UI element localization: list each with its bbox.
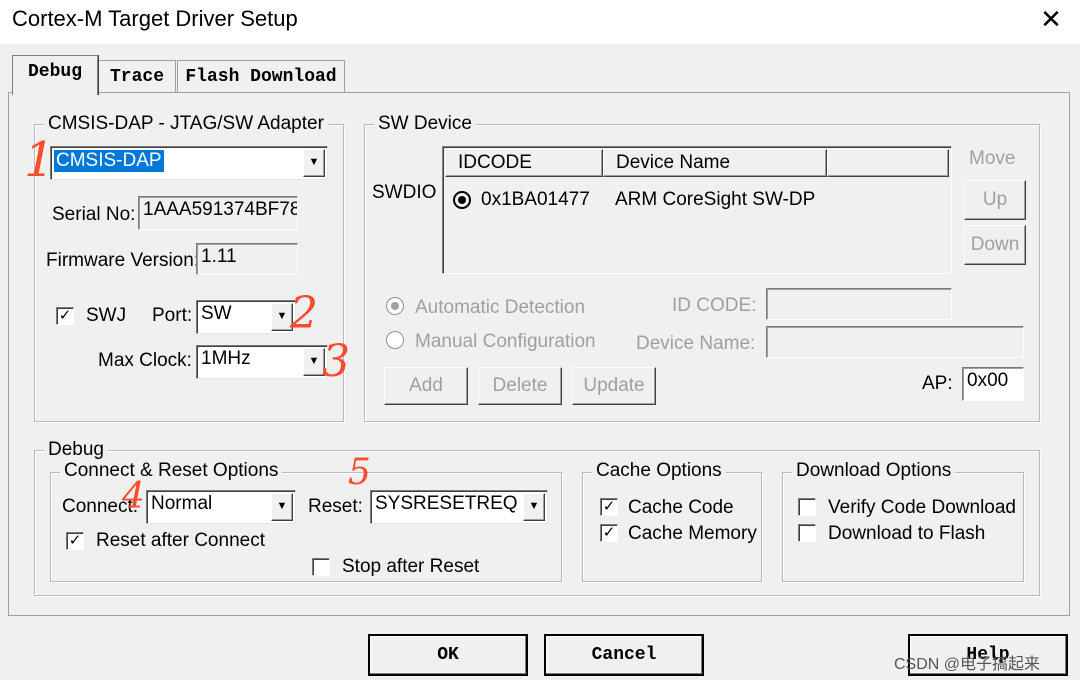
- cache-memory-checkbox[interactable]: ✓: [600, 524, 618, 542]
- window-title: Cortex-M Target Driver Setup: [12, 6, 298, 31]
- row-device-name: ARM CoreSight SW-DP: [615, 189, 816, 210]
- ok-button[interactable]: OK: [368, 634, 528, 676]
- maxclock-select[interactable]: 1MHz ▼: [196, 345, 328, 379]
- manual-config-radio[interactable]: [386, 331, 404, 349]
- adapter-group-label: CMSIS-DAP - JTAG/SW Adapter: [44, 113, 328, 135]
- reset-after-connect-label: Reset after Connect: [96, 530, 265, 551]
- serial-field: 1AAA591374BF78: [138, 196, 298, 230]
- cache-options-group-label: Cache Options: [592, 460, 726, 482]
- tab-debug[interactable]: Debug: [12, 55, 98, 95]
- stop-after-reset-checkbox[interactable]: [312, 558, 330, 576]
- idcode-label: ID CODE:: [672, 295, 757, 316]
- row-idcode: 0x1BA01477: [481, 189, 590, 210]
- port-select[interactable]: SW ▼: [196, 300, 296, 334]
- delete-button[interactable]: Delete: [478, 367, 562, 405]
- auto-detect-label: Automatic Detection: [415, 297, 586, 318]
- serial-label: Serial No:: [52, 204, 136, 225]
- download-to-flash-label: Download to Flash: [828, 523, 986, 544]
- connect-select[interactable]: Normal ▼: [146, 490, 296, 524]
- annotation-5: 5: [348, 452, 371, 493]
- swdio-label: SWDIO: [372, 182, 437, 203]
- verify-download-label: Verify Code Download: [828, 497, 1016, 518]
- idcode-input[interactable]: [766, 288, 952, 320]
- column-header-idcode[interactable]: IDCODE: [445, 149, 603, 177]
- column-header-blank: [827, 149, 949, 177]
- reset-value: SYSRESETREQ: [375, 493, 518, 514]
- chevron-down-icon[interactable]: ▼: [523, 493, 545, 521]
- move-up-button[interactable]: Up: [964, 180, 1026, 220]
- move-down-button[interactable]: Down: [964, 225, 1026, 265]
- reset-label: Reset:: [308, 496, 363, 517]
- firmware-label: Firmware Version:: [46, 250, 200, 271]
- annotation-2: 2: [290, 288, 318, 339]
- chevron-down-icon[interactable]: ▼: [271, 493, 293, 521]
- verify-download-checkbox[interactable]: [798, 498, 816, 516]
- annotation-3: 3: [322, 336, 350, 387]
- download-to-flash-checkbox[interactable]: [798, 524, 816, 542]
- chevron-down-icon[interactable]: ▼: [303, 149, 325, 177]
- update-button[interactable]: Update: [572, 367, 656, 405]
- reset-select[interactable]: SYSRESETREQ ▼: [370, 490, 548, 524]
- auto-detect-radio[interactable]: [386, 297, 404, 315]
- ap-input[interactable]: 0x00: [962, 367, 1024, 401]
- connect-value: Normal: [151, 493, 213, 514]
- firmware-field: 1.11: [196, 243, 298, 275]
- annotation-4: 4: [122, 476, 145, 517]
- watermark: CSDN @电子搞起来: [894, 656, 1041, 673]
- connect-reset-group-label: Connect & Reset Options: [60, 460, 283, 482]
- port-value: SW: [201, 303, 232, 324]
- reset-after-connect-checkbox[interactable]: ✓: [66, 532, 84, 550]
- cache-code-checkbox[interactable]: ✓: [600, 498, 618, 516]
- adapter-selected-value: CMSIS-DAP: [54, 150, 164, 172]
- cancel-button[interactable]: Cancel: [544, 634, 704, 676]
- move-label: Move: [969, 148, 1016, 169]
- cache-memory-label: Cache Memory: [628, 523, 757, 544]
- swj-checkbox[interactable]: ✓: [56, 307, 74, 325]
- table-row[interactable]: 0x1BA01477 ARM CoreSight SW-DP: [453, 189, 943, 215]
- annotation-1: 1: [24, 132, 55, 188]
- device-name-label: Device Name:: [636, 333, 756, 354]
- adapter-select[interactable]: CMSIS-DAP ▼: [50, 146, 328, 180]
- download-options-group-label: Download Options: [792, 460, 956, 482]
- close-icon[interactable]: ✕: [1036, 4, 1066, 34]
- debug-group-label: Debug: [44, 439, 108, 461]
- port-label: Port:: [152, 305, 193, 326]
- add-button[interactable]: Add: [384, 367, 468, 405]
- tab-trace[interactable]: Trace: [98, 60, 176, 94]
- cache-code-label: Cache Code: [628, 497, 734, 518]
- tab-flash-download[interactable]: Flash Download: [177, 60, 345, 94]
- stop-after-reset-label: Stop after Reset: [342, 556, 480, 577]
- maxclock-label: Max Clock:: [98, 350, 192, 371]
- maxclock-value: 1MHz: [201, 348, 251, 369]
- swj-label: SWJ: [86, 305, 127, 326]
- ap-label: AP:: [922, 373, 953, 394]
- device-name-input[interactable]: [766, 326, 1024, 358]
- radio-selected-icon: [453, 191, 471, 209]
- column-header-device-name[interactable]: Device Name: [603, 149, 827, 177]
- sw-device-group-label: SW Device: [374, 113, 476, 135]
- manual-config-label: Manual Configuration: [415, 331, 596, 352]
- device-list[interactable]: IDCODE Device Name 0x1BA01477 ARM CoreSi…: [442, 146, 952, 274]
